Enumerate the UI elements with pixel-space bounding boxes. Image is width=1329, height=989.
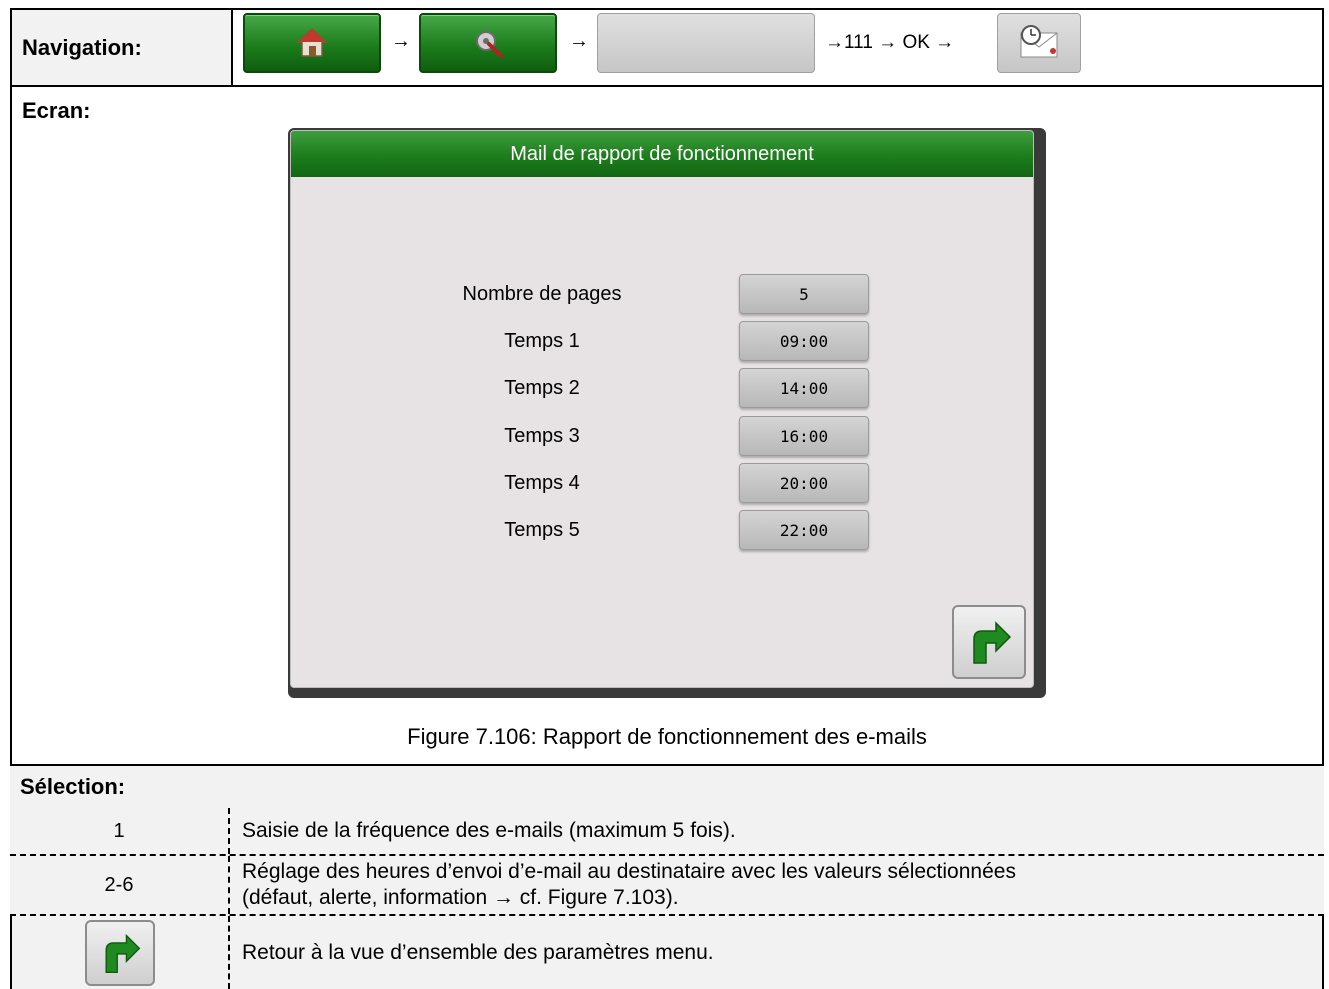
selection-desc-1: Saisie de la fréquence des e-mails (maxi… [242,819,736,842]
ecran-label: Ecran: [22,98,91,123]
selection-desc-3: Retour à la vue d’ensemble des paramètre… [242,940,714,964]
return-arrow-icon [973,621,1012,664]
navigation-label: Navigation: [22,34,142,60]
param-value-time-4[interactable]: 20:00 [739,463,869,503]
nav-arrow-1: → [391,30,411,52]
nav-sequence-text: →111 → OK → [825,32,955,53]
param-value-time-2[interactable]: 14:00 [739,368,869,408]
param-label-time-5: Temps 5 [504,519,580,541]
selection-desc-2-line-1: Réglage des heures d’envoi d’e-mail au d… [242,860,1016,883]
nav-arrow-2: → [569,30,589,52]
selection-header: Sélection: [10,764,1324,810]
selection-row-1: 1 Saisie de la fréquence des e-mails (ma… [10,808,1324,856]
param-value-time-1[interactable]: 09:00 [739,321,869,361]
figure-caption: Figure 7.106: Rapport de fonctionnement … [407,724,927,749]
param-value-time-5[interactable]: 22:00 [739,510,869,550]
param-value-pages[interactable]: 5 [739,274,869,314]
selection-key-1: 1 [10,808,230,854]
clock-mail-icon [1020,25,1058,58]
selection-key-2: 2-6 [10,856,230,914]
return-arrow-icon [105,933,141,973]
settings-button[interactable] [419,13,557,73]
selection-key-3 [12,916,230,989]
param-value-time-3[interactable]: 16:00 [739,416,869,456]
navigation-path: → → →111 → OK → [233,10,1322,85]
selection-row-2: 2-6 Réglage des heures d’envoi d’e-mail … [10,856,1324,916]
screen-title-bar: Mail de rapport de fonctionnement [291,131,1033,177]
selection-row-3: Retour à la vue d’ensemble des paramètre… [10,916,1324,989]
mail-report-button[interactable] [997,13,1081,73]
screen-title: Mail de rapport de fonctionnement [510,142,814,165]
device-screen: Mail de rapport de fonctionnement Nombre… [290,130,1034,688]
home-button[interactable] [243,13,381,73]
selection-label: Sélection: [20,774,126,799]
home-icon [296,27,328,57]
selection-back-icon-box [85,919,155,986]
param-label-time-1: Temps 1 [504,330,580,352]
param-label-pages: Nombre de pages [462,283,622,305]
param-label-time-4: Temps 4 [504,472,580,494]
navigation-label-cell: Navigation: [12,10,233,85]
param-label-time-3: Temps 3 [504,425,580,447]
selection-desc-2: Réglage des heures d’envoi d’e-mail au d… [230,856,1324,914]
settings-tools-icon [476,31,503,58]
menu-blank-button[interactable] [597,13,815,73]
selection-desc-2-line-2: (défaut, alerte, information → cf. Figur… [242,886,679,909]
back-button[interactable] [952,605,1026,679]
navigation-row: Navigation: → → →111 → OK → [12,10,1322,87]
param-label-time-2: Temps 2 [504,377,580,399]
